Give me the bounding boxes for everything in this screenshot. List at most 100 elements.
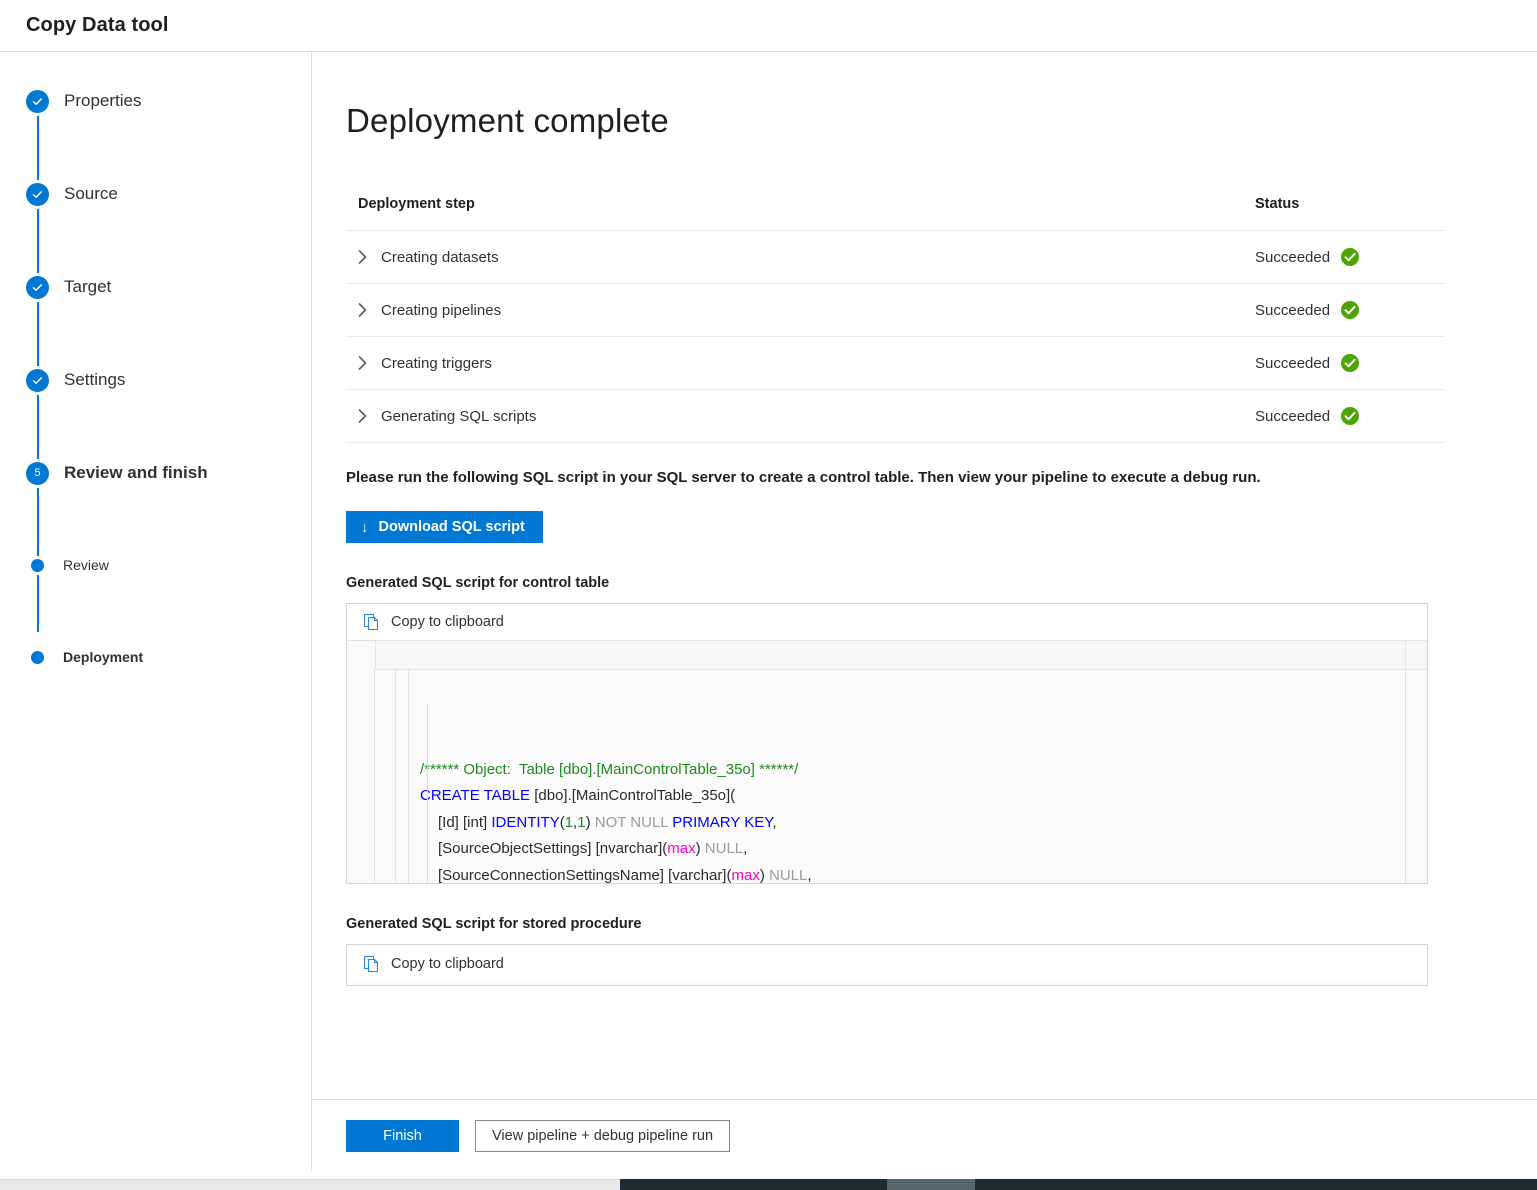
- os-strip-track: [620, 1179, 887, 1190]
- sidebar-substep-label: Review: [63, 557, 109, 573]
- main-content: Deployment complete Deployment step Stat…: [312, 52, 1537, 1099]
- window-body: Properties Source Target: [0, 52, 1537, 1171]
- table-header-row: Deployment step Status: [346, 196, 1445, 231]
- view-pipeline-debug-run-button[interactable]: View pipeline + debug pipeline run: [475, 1120, 730, 1152]
- table-row[interactable]: Creating pipelines Succeeded: [346, 284, 1445, 337]
- status-cell: Succeeded: [1255, 284, 1445, 337]
- sidebar-step-label: Source: [64, 184, 118, 204]
- sql-token: [SourceConnectionSettingsName] [varchar]…: [438, 867, 731, 884]
- sidebar-step-review-and-finish[interactable]: 5 Review and finish: [0, 458, 311, 488]
- page-title: Deployment complete: [346, 102, 1445, 140]
- sql-token: max: [731, 867, 759, 884]
- check-circle-icon: [1340, 247, 1360, 267]
- copy-icon: [363, 955, 381, 973]
- copy-to-clipboard-stored-procedure[interactable]: Copy to clipboard: [347, 945, 1427, 982]
- finish-button[interactable]: Finish: [346, 1120, 459, 1152]
- control-table-code-box: Copy to clipboard /****** Object: Table …: [346, 603, 1428, 884]
- table-body: Creating datasets Succeeded: [346, 231, 1445, 443]
- sql-token: ,: [772, 814, 776, 831]
- chevron-right-icon[interactable]: [358, 356, 367, 370]
- check-icon: [26, 183, 49, 206]
- code-gutter-2: [375, 670, 396, 884]
- os-strip-left: [0, 1179, 620, 1190]
- rail-spacer: [0, 488, 311, 550]
- deployment-step-label: Creating pipelines: [381, 302, 501, 319]
- sql-token: PRIMARY KEY: [672, 814, 772, 831]
- table-row[interactable]: Generating SQL scripts Succeeded: [346, 390, 1445, 443]
- sidebar-step-properties[interactable]: Properties: [0, 86, 311, 116]
- column-header-step: Deployment step: [346, 196, 1255, 231]
- stored-procedure-code-box: Copy to clipboard: [346, 944, 1428, 986]
- deployment-step-cell: Creating pipelines: [346, 284, 1255, 337]
- dot-icon: [31, 559, 44, 572]
- code-editor-header-right-cell: [1405, 641, 1427, 669]
- code-editor-header-strip: [375, 641, 1427, 670]
- check-circle-icon: [1340, 353, 1360, 373]
- copy-to-clipboard-control-table[interactable]: Copy to clipboard: [347, 604, 1427, 641]
- stored-procedure-section-label: Generated SQL script for stored procedur…: [346, 916, 1445, 932]
- window-titlebar: Copy Data tool: [0, 0, 1537, 52]
- os-scrollbar-thumb[interactable]: [887, 1179, 975, 1190]
- status-cell: Succeeded: [1255, 337, 1445, 390]
- deployment-steps-table: Deployment step Status Creati: [346, 196, 1445, 443]
- sql-code-line: CREATE TABLE [dbo].[MainControlTable_35o…: [409, 783, 1405, 810]
- check-icon: [26, 276, 49, 299]
- sql-code-line: [SourceObjectSettings] [nvarchar](max) N…: [409, 836, 1405, 863]
- sidebar-step-settings[interactable]: Settings: [0, 365, 311, 395]
- chevron-right-icon[interactable]: [358, 409, 367, 423]
- control-table-section-label: Generated SQL script for control table: [346, 575, 1445, 591]
- sql-token: NULL: [705, 840, 743, 857]
- chevron-right-icon[interactable]: [358, 303, 367, 317]
- copy-icon: [363, 613, 381, 631]
- dot-icon: [31, 651, 44, 664]
- sql-token: ,: [807, 867, 811, 884]
- sql-token: 1: [565, 814, 573, 831]
- sidebar-substep-label: Deployment: [63, 649, 143, 665]
- sidebar-step-target[interactable]: Target: [0, 272, 311, 302]
- code-gutter-1: [347, 670, 375, 884]
- status-cell: Succeeded: [1255, 390, 1445, 443]
- check-icon: [26, 90, 49, 113]
- sql-token: max: [667, 840, 695, 857]
- sql-instruction-text: Please run the following SQL script in y…: [346, 467, 1445, 488]
- chevron-right-icon[interactable]: [358, 250, 367, 264]
- copy-data-tool-window: Copy Data tool Properties Source: [0, 0, 1537, 1190]
- sql-token: NULL: [769, 867, 807, 884]
- download-button-label: Download SQL script: [379, 519, 525, 535]
- sql-token: /****** Object: Table [dbo].[MainControl…: [420, 761, 798, 778]
- check-circle-icon: [1340, 406, 1360, 426]
- sql-token: ): [586, 814, 595, 831]
- os-scrollbar-strip[interactable]: [0, 1179, 1537, 1190]
- sidebar-substep-deployment[interactable]: Deployment: [0, 642, 311, 672]
- rail-spacer: [0, 395, 311, 458]
- table-head: Deployment step Status: [346, 196, 1445, 231]
- status-text: Succeeded: [1255, 302, 1330, 319]
- sql-token: [SourceObjectSettings] [nvarchar](: [438, 840, 667, 857]
- sql-token: IDENTITY: [491, 814, 559, 831]
- table-row[interactable]: Creating triggers Succeeded: [346, 337, 1445, 390]
- wizard-sidebar: Properties Source Target: [0, 52, 312, 1171]
- download-sql-script-button[interactable]: ↓ Download SQL script: [346, 511, 543, 543]
- wizard-footer: Finish View pipeline + debug pipeline ru…: [312, 1099, 1537, 1171]
- rail-spacer: [0, 116, 311, 179]
- status-cell: Succeeded: [1255, 231, 1445, 284]
- copy-label: Copy to clipboard: [391, 614, 504, 630]
- sql-token: CREATE TABLE: [420, 787, 530, 804]
- code-editor-right-rail: [1405, 670, 1427, 884]
- rail-spacer: [0, 302, 311, 365]
- deployment-step-label: Generating SQL scripts: [381, 408, 536, 425]
- sql-token: [dbo].[MainControlTable_35o](: [530, 787, 735, 804]
- deployment-step-label: Creating triggers: [381, 355, 492, 372]
- table-row[interactable]: Creating datasets Succeeded: [346, 231, 1445, 284]
- sql-code-line: [Id] [int] IDENTITY(1,1) NOT NULL PRIMAR…: [409, 810, 1405, 837]
- sidebar-step-label: Review and finish: [64, 463, 208, 483]
- rail-spacer: [0, 209, 311, 272]
- sql-token: NOT NULL: [595, 814, 668, 831]
- sql-code-text[interactable]: /****** Object: Table [dbo].[MainControl…: [409, 670, 1405, 884]
- sidebar-step-label: Settings: [64, 370, 125, 390]
- deployment-step-cell: Creating triggers: [346, 337, 1255, 390]
- sidebar-step-source[interactable]: Source: [0, 179, 311, 209]
- sidebar-substep-review[interactable]: Review: [0, 550, 311, 580]
- check-circle-icon: [1340, 300, 1360, 320]
- status-text: Succeeded: [1255, 408, 1330, 425]
